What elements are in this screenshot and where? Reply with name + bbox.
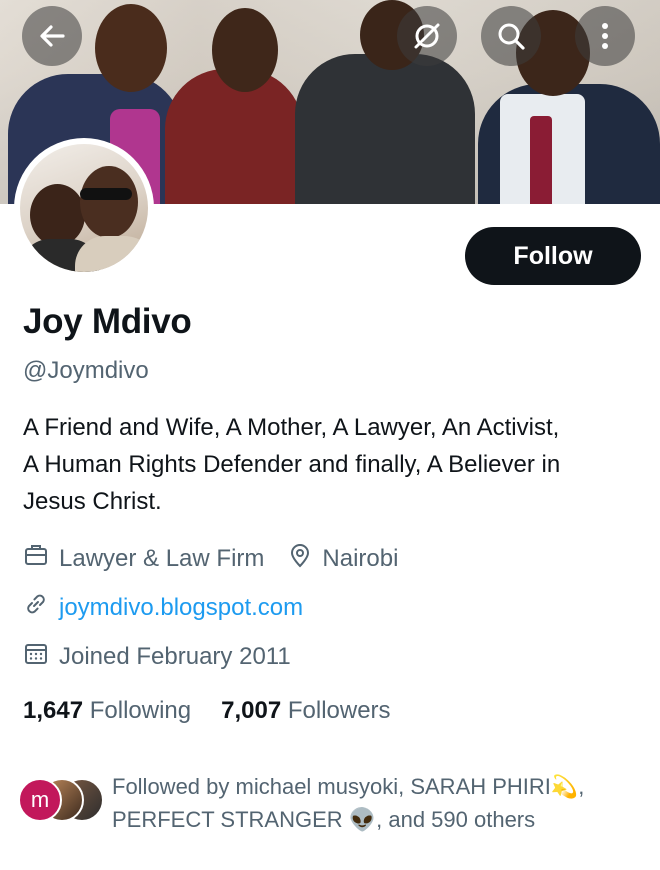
avatar-person-2-head <box>80 166 138 238</box>
follow-button[interactable]: Follow <box>465 227 641 285</box>
profile-category: Lawyer & Law Firm <box>59 544 265 572</box>
profile-website-row: joymdivo.blogspot.com <box>23 591 303 624</box>
profile-counts: 1,647 Following 7,007 Followers <box>23 697 391 725</box>
followed-by-text[interactable]: Followed by michael musyoki, SARAH PHIRI… <box>112 770 642 836</box>
followed-by-line: PERFECT STRANGER 👽, and 590 others <box>112 807 536 832</box>
following-link[interactable]: 1,647 Following <box>23 697 191 725</box>
back-button[interactable] <box>22 6 82 66</box>
more-button[interactable] <box>575 6 635 66</box>
avatar-person-2-body <box>75 236 148 272</box>
profile-joined-date: Joined February 2011 <box>59 642 291 670</box>
arrow-left-icon <box>36 20 68 52</box>
avatar-glasses <box>80 188 132 200</box>
eye-slash-icon <box>410 19 444 53</box>
following-count: 1,647 <box>23 697 84 724</box>
following-label: Following <box>89 697 192 724</box>
profile-joined-row: Joined February 2011 <box>23 640 291 673</box>
followers-count: 7,007 <box>221 697 282 724</box>
followed-by-line: Followed by michael musyoki, SARAH PHIRI… <box>112 774 585 799</box>
banner-person-4-tie <box>530 116 552 204</box>
banner-person-2-head <box>212 8 278 92</box>
link-icon <box>23 591 59 624</box>
bio-line: Jesus Christ. <box>23 488 162 515</box>
hide-button[interactable] <box>397 6 457 66</box>
profile-handle: @Joymdivo <box>23 357 149 384</box>
calendar-icon <box>23 640 59 673</box>
avatar-person-1-head <box>30 184 85 246</box>
avatar-photo <box>20 144 148 272</box>
profile-location: Nairobi <box>322 544 399 572</box>
banner-person-1-head <box>95 4 167 92</box>
profile-bio: A Friend and Wife, A Mother, A Lawyer, A… <box>23 409 648 520</box>
profile-meta-row: Lawyer & Law Firm Nairobi <box>23 542 398 575</box>
bio-line: A Friend and Wife, A Mother, A Lawyer, A… <box>23 414 560 441</box>
followers-label: Followers <box>287 697 391 724</box>
bio-line: A Human Rights Defender and finally, A B… <box>23 451 561 478</box>
briefcase-icon <box>23 542 59 575</box>
follower-avatar-initial: m <box>18 778 62 822</box>
search-button[interactable] <box>481 6 541 66</box>
banner-person-3 <box>295 54 475 204</box>
followers-link[interactable]: 7,007 Followers <box>221 697 390 725</box>
profile-website-link[interactable]: joymdivo.blogspot.com <box>59 594 303 622</box>
location-pin-icon <box>288 542 322 575</box>
more-vertical-icon <box>600 21 610 51</box>
avatar[interactable] <box>14 138 154 278</box>
profile-name: Joy Mdivo <box>23 302 192 341</box>
search-icon <box>495 20 527 52</box>
